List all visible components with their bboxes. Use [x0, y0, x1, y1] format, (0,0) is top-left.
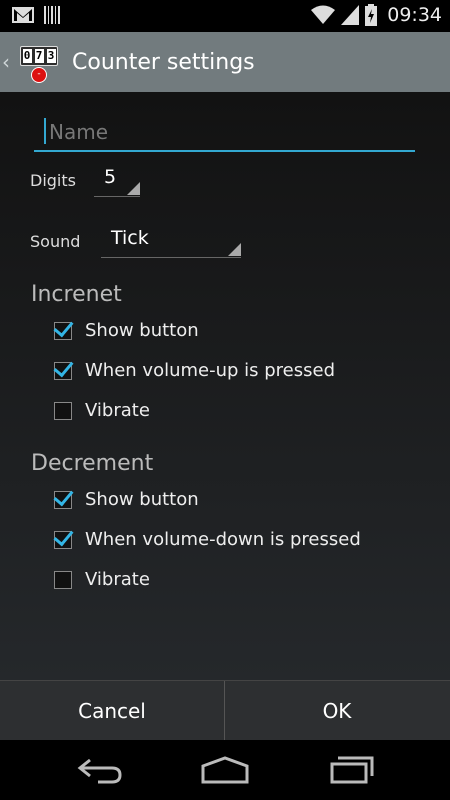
decrement-volume-down-option[interactable]: When volume-down is pressed	[53, 525, 361, 550]
checkmark-icon	[53, 485, 74, 506]
name-input[interactable]	[47, 116, 411, 148]
increment-section-title: Increnet	[31, 282, 122, 307]
dropdown-triangle-icon	[228, 243, 241, 256]
checkbox[interactable]	[53, 356, 74, 380]
option-label: Vibrate	[85, 569, 150, 590]
action-bar: ‹ 0 7 3 - Counter settings	[0, 32, 450, 92]
status-bar: 09:34	[0, 0, 450, 32]
name-field[interactable]	[34, 114, 415, 152]
checkbox[interactable]	[54, 401, 72, 420]
increment-show-button-option[interactable]: Show button	[53, 316, 199, 341]
checkmark-icon	[53, 356, 74, 377]
counter-digit: 3	[46, 49, 56, 63]
sound-spinner[interactable]: Tick	[101, 227, 241, 258]
increment-volume-up-option[interactable]: When volume-up is pressed	[53, 356, 336, 381]
digits-value: 5	[104, 166, 117, 188]
checkmark-icon	[53, 316, 74, 337]
minus-icon: -	[31, 67, 47, 83]
checkmark-icon	[53, 525, 74, 546]
counter-digit: 0	[22, 49, 32, 63]
increment-vibrate-option[interactable]: Vibrate	[54, 400, 150, 421]
digits-label: Digits	[30, 171, 76, 190]
navigation-bar	[0, 740, 450, 800]
app-icon[interactable]: 0 7 3 -	[18, 42, 58, 83]
ok-button[interactable]: OK	[225, 681, 449, 741]
counter-icon-display: 0 7 3	[20, 46, 58, 66]
digits-spinner[interactable]: 5	[94, 166, 140, 197]
option-label: When volume-down is pressed	[85, 529, 361, 550]
battery-icon	[365, 4, 378, 26]
decrement-show-button-option[interactable]: Show button	[53, 485, 199, 510]
decrement-vibrate-option[interactable]: Vibrate	[54, 569, 150, 590]
dropdown-triangle-icon	[127, 182, 140, 195]
option-label: Show button	[85, 320, 199, 341]
option-label: When volume-up is pressed	[85, 360, 336, 381]
checkbox[interactable]	[53, 316, 74, 340]
dialog-button-bar: Cancel OK	[0, 680, 450, 741]
sound-value: Tick	[111, 227, 149, 249]
wifi-icon	[311, 5, 336, 24]
sound-label: Sound	[30, 232, 81, 251]
cancel-button[interactable]: Cancel	[0, 681, 224, 741]
recent-apps-icon[interactable]	[320, 754, 380, 786]
checkbox[interactable]	[54, 570, 72, 589]
signal-icon	[341, 5, 360, 25]
checkbox[interactable]	[53, 525, 74, 549]
clock: 09:34	[387, 4, 442, 26]
back-icon[interactable]	[70, 754, 130, 786]
decrement-section-title: Decrement	[31, 451, 154, 476]
barcode-icon	[44, 6, 60, 24]
checkbox[interactable]	[53, 485, 74, 509]
home-icon[interactable]	[195, 754, 255, 786]
option-label: Show button	[85, 489, 199, 510]
gmail-icon	[12, 7, 34, 23]
page-title: Counter settings	[72, 49, 255, 75]
text-cursor	[44, 118, 46, 144]
settings-form: Digits 5 Sound Tick Increnet Show button…	[0, 92, 450, 680]
back-chevron-icon[interactable]: ‹	[2, 50, 14, 74]
option-label: Vibrate	[85, 400, 150, 421]
counter-digit: 7	[34, 49, 44, 63]
